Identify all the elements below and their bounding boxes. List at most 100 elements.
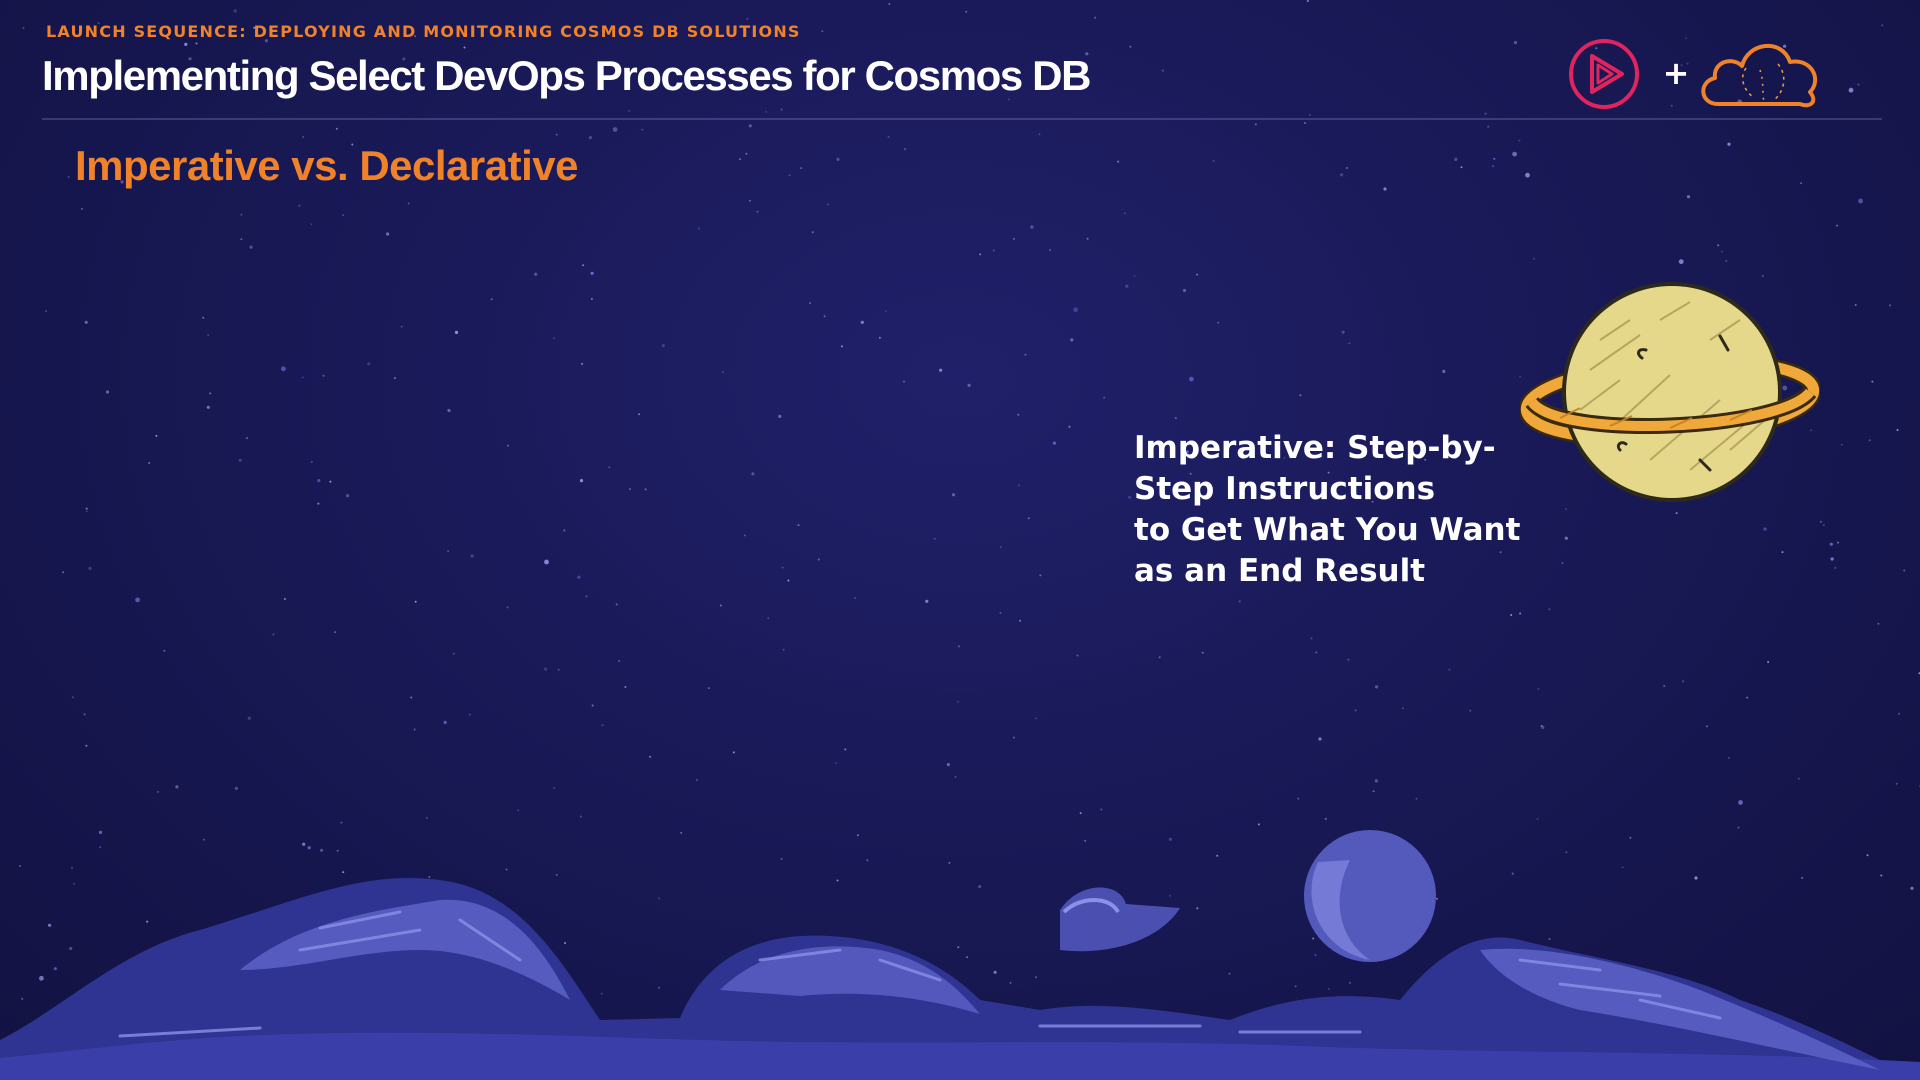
star: [1889, 304, 1891, 307]
star: [206, 405, 210, 409]
star: [1898, 712, 1901, 715]
callout-line: Step Instructions: [1134, 471, 1436, 507]
logo-separator: +: [1663, 54, 1690, 92]
star: [951, 493, 956, 497]
slide: LAUNCH SEQUENCE: DEPLOYING AND MONITORIN…: [0, 0, 1920, 1080]
star: [797, 524, 800, 527]
star: [1094, 16, 1097, 19]
moon-terrain-illustration: [0, 830, 1920, 1080]
star: [1133, 275, 1136, 278]
star: [854, 597, 857, 600]
star: [590, 297, 593, 300]
star: [743, 534, 746, 537]
star: [939, 368, 943, 372]
course-title: Implementing Select DevOps Processes for…: [42, 52, 1091, 99]
star: [335, 127, 338, 130]
cloud-icon: [1701, 44, 1818, 108]
star: [732, 751, 735, 754]
star: [557, 668, 560, 671]
star: [638, 413, 641, 416]
star: [1129, 45, 1132, 48]
star: [644, 488, 647, 491]
star: [240, 213, 243, 216]
star: [1086, 237, 1089, 240]
star: [946, 763, 951, 767]
star: [1454, 157, 1458, 161]
star: [933, 537, 936, 540]
star: [301, 376, 304, 379]
star: [1720, 250, 1723, 253]
star: [1533, 257, 1536, 260]
star: [1819, 520, 1822, 523]
star: [1797, 777, 1800, 780]
star: [1217, 321, 1220, 324]
star: [1035, 717, 1037, 720]
star: [1682, 680, 1685, 683]
star: [317, 479, 321, 483]
star: [298, 204, 301, 207]
star: [581, 362, 584, 365]
star: [925, 599, 929, 603]
star: [1840, 443, 1843, 446]
star: [1306, 0, 1309, 2]
star: [979, 253, 982, 256]
star: [45, 310, 47, 313]
star: [544, 667, 548, 671]
star: [1304, 122, 1306, 124]
star: [1073, 307, 1078, 313]
star: [1039, 574, 1042, 577]
star: [83, 713, 86, 716]
star: [1829, 542, 1833, 546]
star: [1881, 24, 1884, 27]
pluralsight-play-icon: [1569, 39, 1639, 109]
star: [1728, 756, 1730, 759]
star: [1513, 41, 1518, 45]
star: [591, 704, 594, 707]
star: [414, 600, 417, 603]
star: [184, 42, 188, 47]
star: [1493, 157, 1496, 160]
star: [452, 652, 455, 655]
star: [1540, 725, 1543, 727]
star: [447, 550, 450, 553]
star: [1340, 173, 1344, 177]
star: [393, 377, 396, 380]
star: [80, 207, 83, 210]
star: [1686, 195, 1691, 199]
star: [1076, 654, 1079, 657]
star: [1049, 249, 1052, 251]
star: [463, 46, 466, 49]
star: [1346, 167, 1348, 169]
star: [310, 223, 313, 226]
star: [661, 344, 665, 348]
star: [751, 472, 755, 476]
star: [195, 42, 198, 45]
star: [1052, 441, 1056, 445]
star: [1848, 87, 1854, 93]
star: [1763, 527, 1767, 531]
star: [1895, 782, 1898, 785]
star: [1024, 353, 1027, 356]
star: [840, 345, 843, 348]
star: [407, 202, 410, 205]
star: [1254, 123, 1257, 126]
star: [553, 787, 556, 789]
star: [615, 603, 618, 606]
star: [698, 227, 700, 230]
star: [1374, 779, 1378, 783]
star: [85, 510, 88, 513]
star: [1375, 685, 1379, 689]
star: [544, 559, 549, 565]
star: [1158, 656, 1161, 659]
star: [999, 546, 1002, 549]
star: [233, 9, 237, 13]
star: [1781, 551, 1784, 554]
star: [322, 374, 325, 377]
star: [1212, 159, 1215, 162]
star: [1027, 517, 1030, 520]
star: [1182, 288, 1187, 293]
star: [1512, 151, 1517, 157]
star: [778, 414, 782, 418]
star: [1030, 225, 1034, 229]
star: [207, 334, 210, 337]
